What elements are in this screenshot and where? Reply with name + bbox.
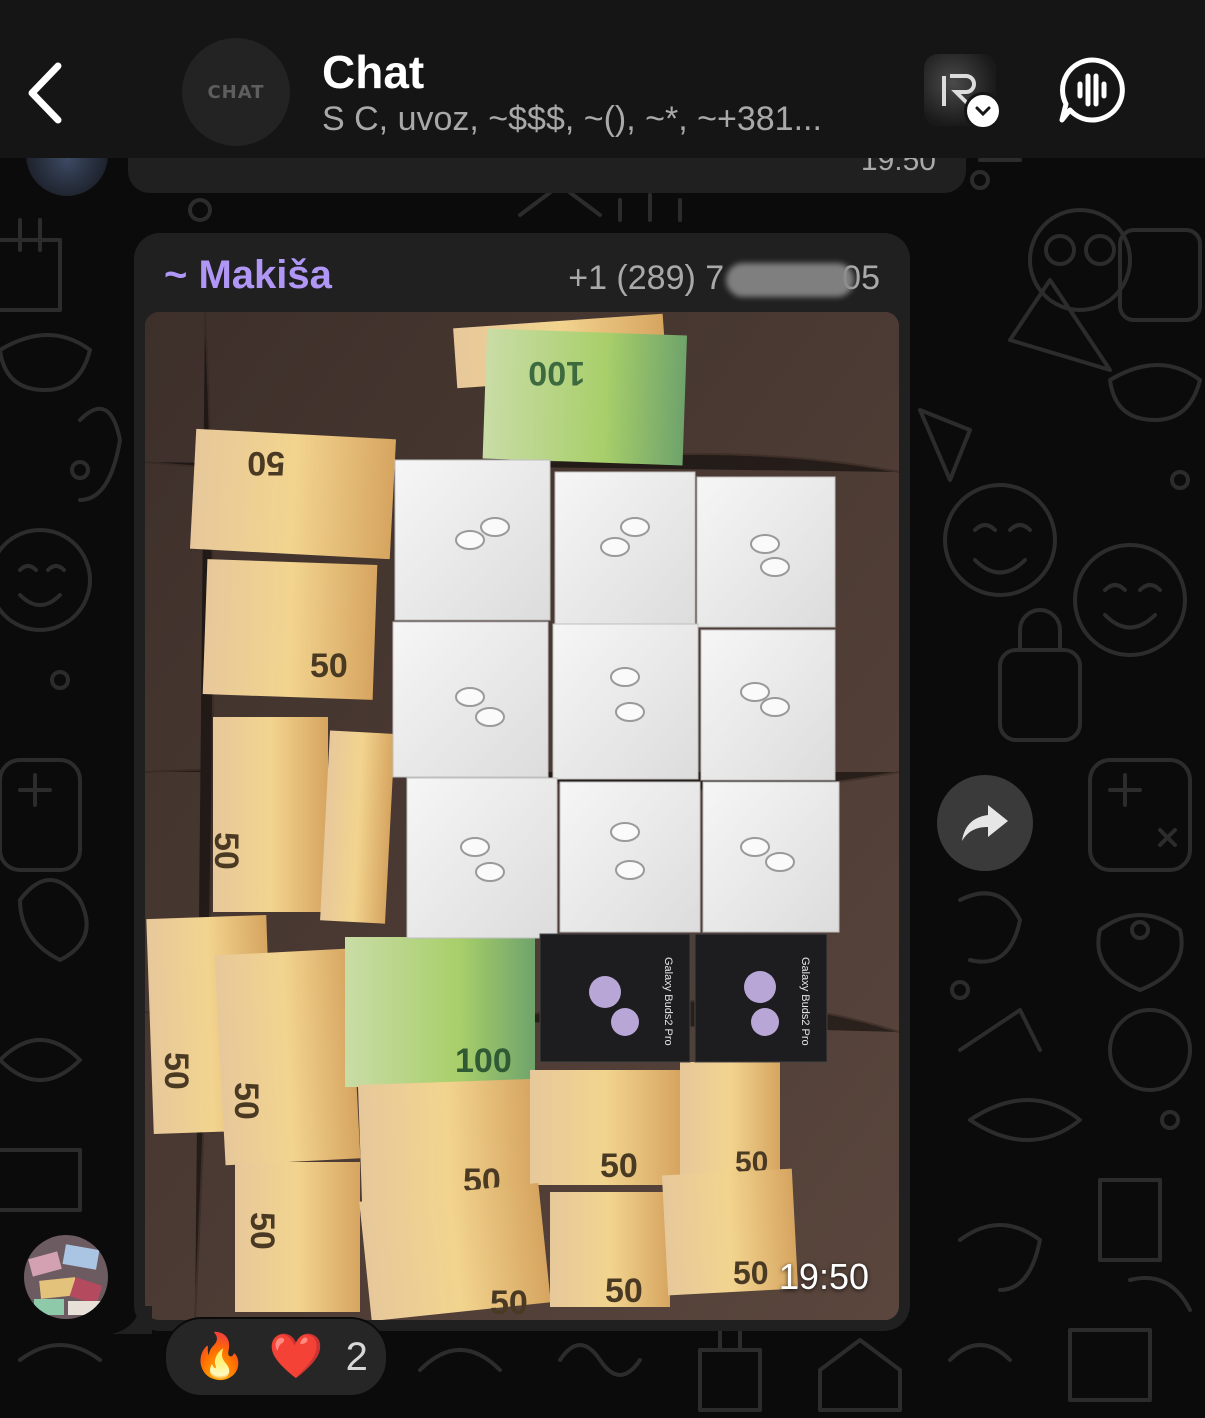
svg-text:Galaxy Buds2 Pro: Galaxy Buds2 Pro xyxy=(799,957,811,1046)
phone-redaction xyxy=(726,263,854,297)
svg-text:50: 50 xyxy=(157,1052,195,1090)
voice-chat-icon xyxy=(1059,57,1125,123)
message-time: 19:50 xyxy=(778,1256,869,1297)
svg-text:50: 50 xyxy=(490,1284,528,1320)
voice-chat-button[interactable] xyxy=(1058,56,1126,124)
message-bubble[interactable]: ~ Makiša +1 (289) 7 05 100 50 50 50 50 5… xyxy=(134,233,910,1331)
sender-avatar[interactable] xyxy=(24,1235,108,1319)
svg-text:50: 50 xyxy=(733,1255,769,1291)
back-button[interactable] xyxy=(22,58,72,128)
sender-name[interactable]: ~ Makiša xyxy=(164,253,332,298)
forward-arrow-icon xyxy=(962,805,1008,841)
reaction-count: 2 xyxy=(345,1334,368,1379)
chevron-down-icon xyxy=(964,92,1002,130)
bubble-tail xyxy=(112,1306,152,1334)
message-photo[interactable]: 100 50 50 50 50 50 50 100 50 50 50 50 50… xyxy=(145,312,899,1320)
svg-text:50: 50 xyxy=(310,647,348,685)
heart-reaction-icon[interactable]: ❤️ xyxy=(269,1335,324,1379)
svg-text:50: 50 xyxy=(243,1212,281,1250)
fire-reaction-icon[interactable]: 🔥 xyxy=(192,1335,247,1379)
chevron-left-icon xyxy=(28,62,62,124)
svg-text:50: 50 xyxy=(227,1082,265,1120)
svg-text:100: 100 xyxy=(455,1042,512,1080)
forward-button[interactable] xyxy=(937,775,1033,871)
chat-header: CHAT Chat S C, uvoz, ~$$$, ~(), ~*, ~+38… xyxy=(0,0,1205,158)
group-avatar-text: CHAT xyxy=(207,81,265,103)
svg-text:Galaxy Buds2 Pro: Galaxy Buds2 Pro xyxy=(662,957,674,1046)
svg-text:100: 100 xyxy=(528,354,585,392)
svg-text:50: 50 xyxy=(247,444,285,482)
svg-text:50: 50 xyxy=(207,832,245,870)
sender-phone-start: +1 (289) 7 xyxy=(568,259,725,297)
group-avatar[interactable]: CHAT xyxy=(182,38,290,146)
chat-title[interactable]: Chat xyxy=(322,45,424,99)
chat-members-subtitle[interactable]: S C, uvoz, ~$$$, ~(), ~*, ~+381... xyxy=(322,100,822,139)
message-reactions[interactable]: 🔥 ❤️ 2 xyxy=(164,1317,388,1397)
svg-text:50: 50 xyxy=(600,1147,638,1185)
svg-text:50: 50 xyxy=(605,1272,643,1310)
profile-switch-button[interactable] xyxy=(924,54,1002,130)
